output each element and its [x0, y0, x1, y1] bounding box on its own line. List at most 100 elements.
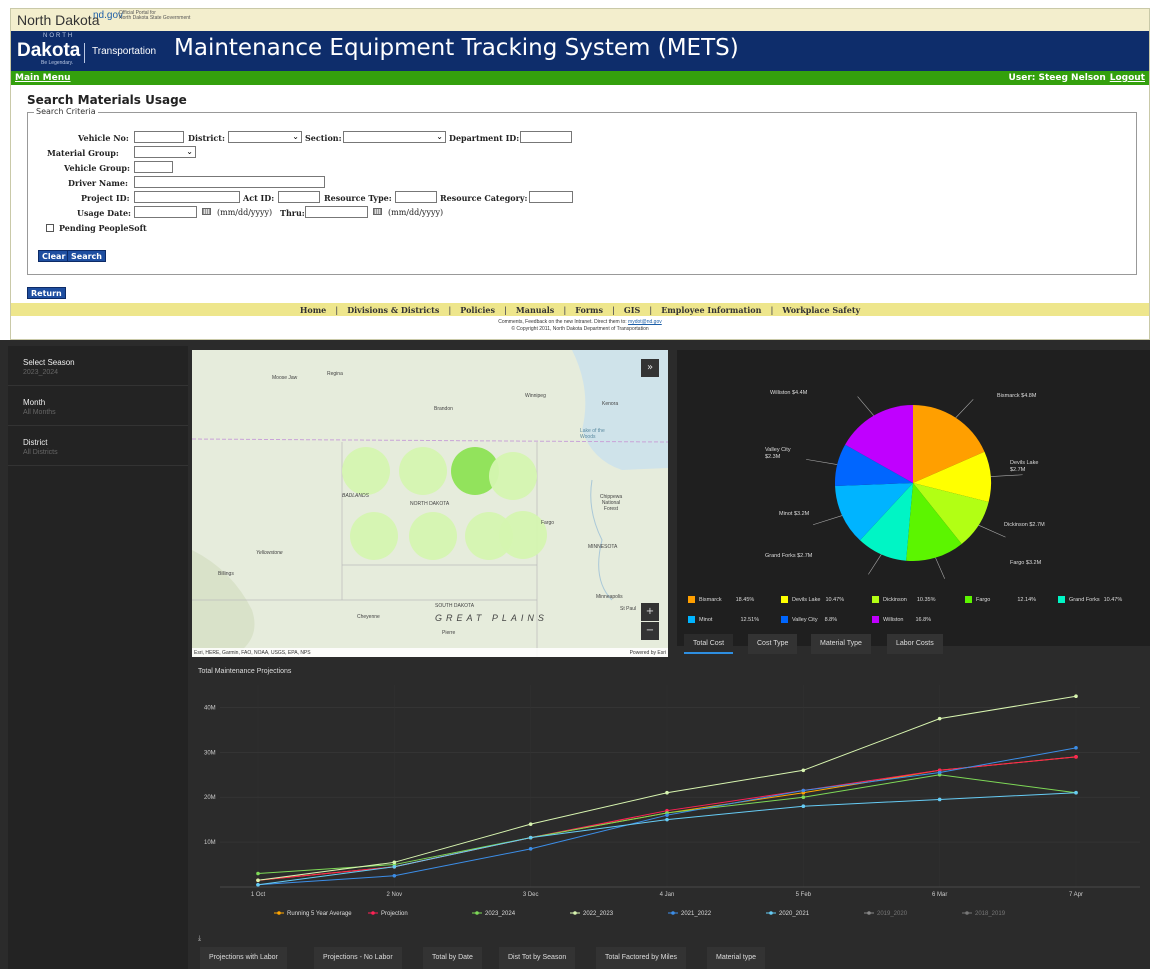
data-point[interactable] — [665, 813, 669, 817]
chevron-double-down-icon[interactable]: » — [641, 359, 659, 377]
search-button[interactable]: Search — [67, 250, 106, 262]
data-point[interactable] — [392, 873, 397, 878]
district-bubble[interactable] — [409, 512, 457, 560]
data-point[interactable] — [1074, 694, 1078, 699]
footer-link-forms[interactable]: Forms — [575, 305, 603, 315]
usage-date-from-input[interactable] — [134, 206, 197, 218]
zoom-in-button[interactable]: + — [641, 603, 659, 621]
act-id-input[interactable] — [278, 191, 320, 203]
district-bubble[interactable] — [399, 447, 447, 495]
district-bubble[interactable] — [489, 452, 537, 500]
data-point[interactable] — [528, 822, 533, 826]
footer-link-safety[interactable]: Workplace Safety — [782, 305, 860, 315]
tab-labor-costs[interactable]: Labor Costs — [887, 634, 943, 654]
date-format-hint: (mm/dd/yyyy) — [217, 208, 273, 217]
tab-total-by-date[interactable]: Total by Date — [423, 947, 482, 969]
tab-material-type[interactable]: Material type — [707, 947, 766, 969]
material-group-select[interactable]: ⌄ — [134, 146, 196, 158]
resource-type-input[interactable] — [395, 191, 437, 203]
district-bubble[interactable] — [499, 511, 547, 559]
main-menu-link[interactable]: Main Menu — [15, 73, 71, 83]
tab-dist-tot-by-season[interactable]: Dist Tot by Season — [499, 947, 576, 969]
section-select[interactable]: ⌄ — [343, 131, 446, 143]
driver-name-input[interactable] — [134, 176, 325, 188]
tab-projections-no-labor[interactable]: Projections - No Labor — [314, 947, 402, 969]
tab-material-type[interactable]: Material Type — [811, 634, 871, 654]
data-point[interactable] — [801, 788, 806, 793]
pie-legend-item[interactable]: Williston 16.8% — [872, 616, 931, 623]
resource-category-input[interactable] — [529, 191, 573, 203]
pie-legend-item[interactable]: Devils Lake 10.47% — [781, 596, 844, 603]
district-bubble[interactable] — [342, 447, 390, 495]
data-point[interactable] — [528, 847, 533, 851]
tab-cost-type[interactable]: Cost Type — [748, 634, 798, 654]
legend-item-2018-2019[interactable]: 2018_2019 — [962, 911, 1006, 917]
legend-item-2019-2020[interactable]: 2019_2020 — [864, 911, 908, 917]
vehicle-no-input[interactable] — [134, 131, 184, 143]
pie-legend-item[interactable]: Dickinson 10.35% — [872, 596, 936, 603]
comments-email-link[interactable]: mydot@nd.gov — [628, 319, 662, 325]
filter-season[interactable]: Select Season 2023_2024 — [8, 346, 188, 386]
vehicle-group-input[interactable] — [134, 161, 173, 173]
legend-item-2021-2022[interactable]: 2021_2022 — [668, 911, 712, 917]
clear-button[interactable]: Clear — [38, 250, 70, 262]
data-point[interactable] — [665, 790, 669, 795]
pie-legend-item[interactable]: Minot 12.51% — [688, 616, 759, 623]
footer-link-employee[interactable]: Employee Information — [661, 305, 761, 315]
logo-divider — [84, 43, 85, 63]
data-point[interactable] — [801, 804, 806, 808]
data-point[interactable] — [665, 817, 669, 822]
footer-link-gis[interactable]: GIS — [624, 305, 640, 315]
legend-item-2022-2023[interactable]: 2022_2023 — [570, 911, 614, 917]
tab-total-cost[interactable]: Total Cost — [684, 634, 734, 654]
legend-swatch — [688, 596, 695, 603]
data-point[interactable] — [256, 882, 260, 887]
pie-legend-item[interactable]: Grand Forks 10.47% — [1058, 596, 1122, 603]
department-id-input[interactable] — [520, 131, 572, 143]
tab-projections-with-labor[interactable]: Projections with Labor — [200, 947, 287, 969]
legend-item-running-5-year-average[interactable]: Running 5 Year Average — [274, 911, 352, 917]
data-point[interactable] — [937, 716, 942, 721]
footer-link-divisions[interactable]: Divisions & Districts — [347, 305, 439, 315]
data-point[interactable] — [937, 770, 942, 775]
data-point[interactable] — [801, 768, 806, 773]
footer-link-home[interactable]: Home — [300, 305, 326, 315]
footer-link-policies[interactable]: Policies — [460, 305, 495, 315]
district-select[interactable]: ⌄ — [228, 131, 302, 143]
legend-item-projection[interactable]: Projection — [368, 911, 408, 917]
data-point[interactable] — [1074, 790, 1078, 795]
calendar-icon[interactable] — [373, 208, 382, 215]
legend-item-2020-2021[interactable]: 2020_2021 — [766, 911, 810, 917]
tab-total-factored-by-miles[interactable]: Total Factored by Miles — [596, 947, 686, 969]
district-bubble[interactable] — [350, 512, 398, 560]
usage-date-thru-input[interactable] — [305, 206, 368, 218]
data-point[interactable] — [392, 860, 397, 865]
logo-dakota[interactable]: Dakota — [17, 40, 80, 62]
data-point[interactable] — [528, 835, 533, 840]
map-label: Chippewa National Forest — [599, 494, 623, 512]
data-point[interactable] — [1074, 755, 1078, 759]
legend-item-2023-2024[interactable]: 2023_2024 — [472, 911, 516, 917]
data-point[interactable] — [256, 871, 260, 876]
district-map[interactable]: Moose Jaw Regina Brandon Winnipeg Kenora… — [192, 350, 668, 657]
project-id-input[interactable] — [134, 191, 240, 203]
filter-district[interactable]: District All Districts — [8, 426, 188, 466]
pie-legend-item[interactable]: Fargo 12.14% — [965, 596, 1036, 603]
return-button[interactable]: Return — [27, 287, 66, 299]
zoom-out-button[interactable]: − — [641, 622, 659, 640]
logout-link[interactable]: Logout — [1110, 73, 1145, 83]
footer-link-manuals[interactable]: Manuals — [516, 305, 554, 315]
data-point[interactable] — [937, 797, 942, 802]
project-id-label: Project ID: — [81, 193, 130, 203]
data-point[interactable] — [392, 865, 397, 869]
state-brand[interactable]: North Dakota — [17, 12, 99, 28]
download-icon[interactable]: ⤓ — [198, 934, 201, 943]
calendar-icon[interactable] — [202, 208, 211, 215]
pie-legend-item[interactable]: Bismarck 18.45% — [688, 596, 754, 603]
data-point[interactable] — [1074, 746, 1078, 750]
pie-legend-item[interactable]: Valley City 8.8% — [781, 616, 837, 623]
pending-peoplesoft-checkbox[interactable] — [46, 224, 54, 232]
filter-month[interactable]: Month All Months — [8, 386, 188, 426]
data-point[interactable] — [801, 795, 806, 800]
data-point[interactable] — [256, 878, 260, 883]
